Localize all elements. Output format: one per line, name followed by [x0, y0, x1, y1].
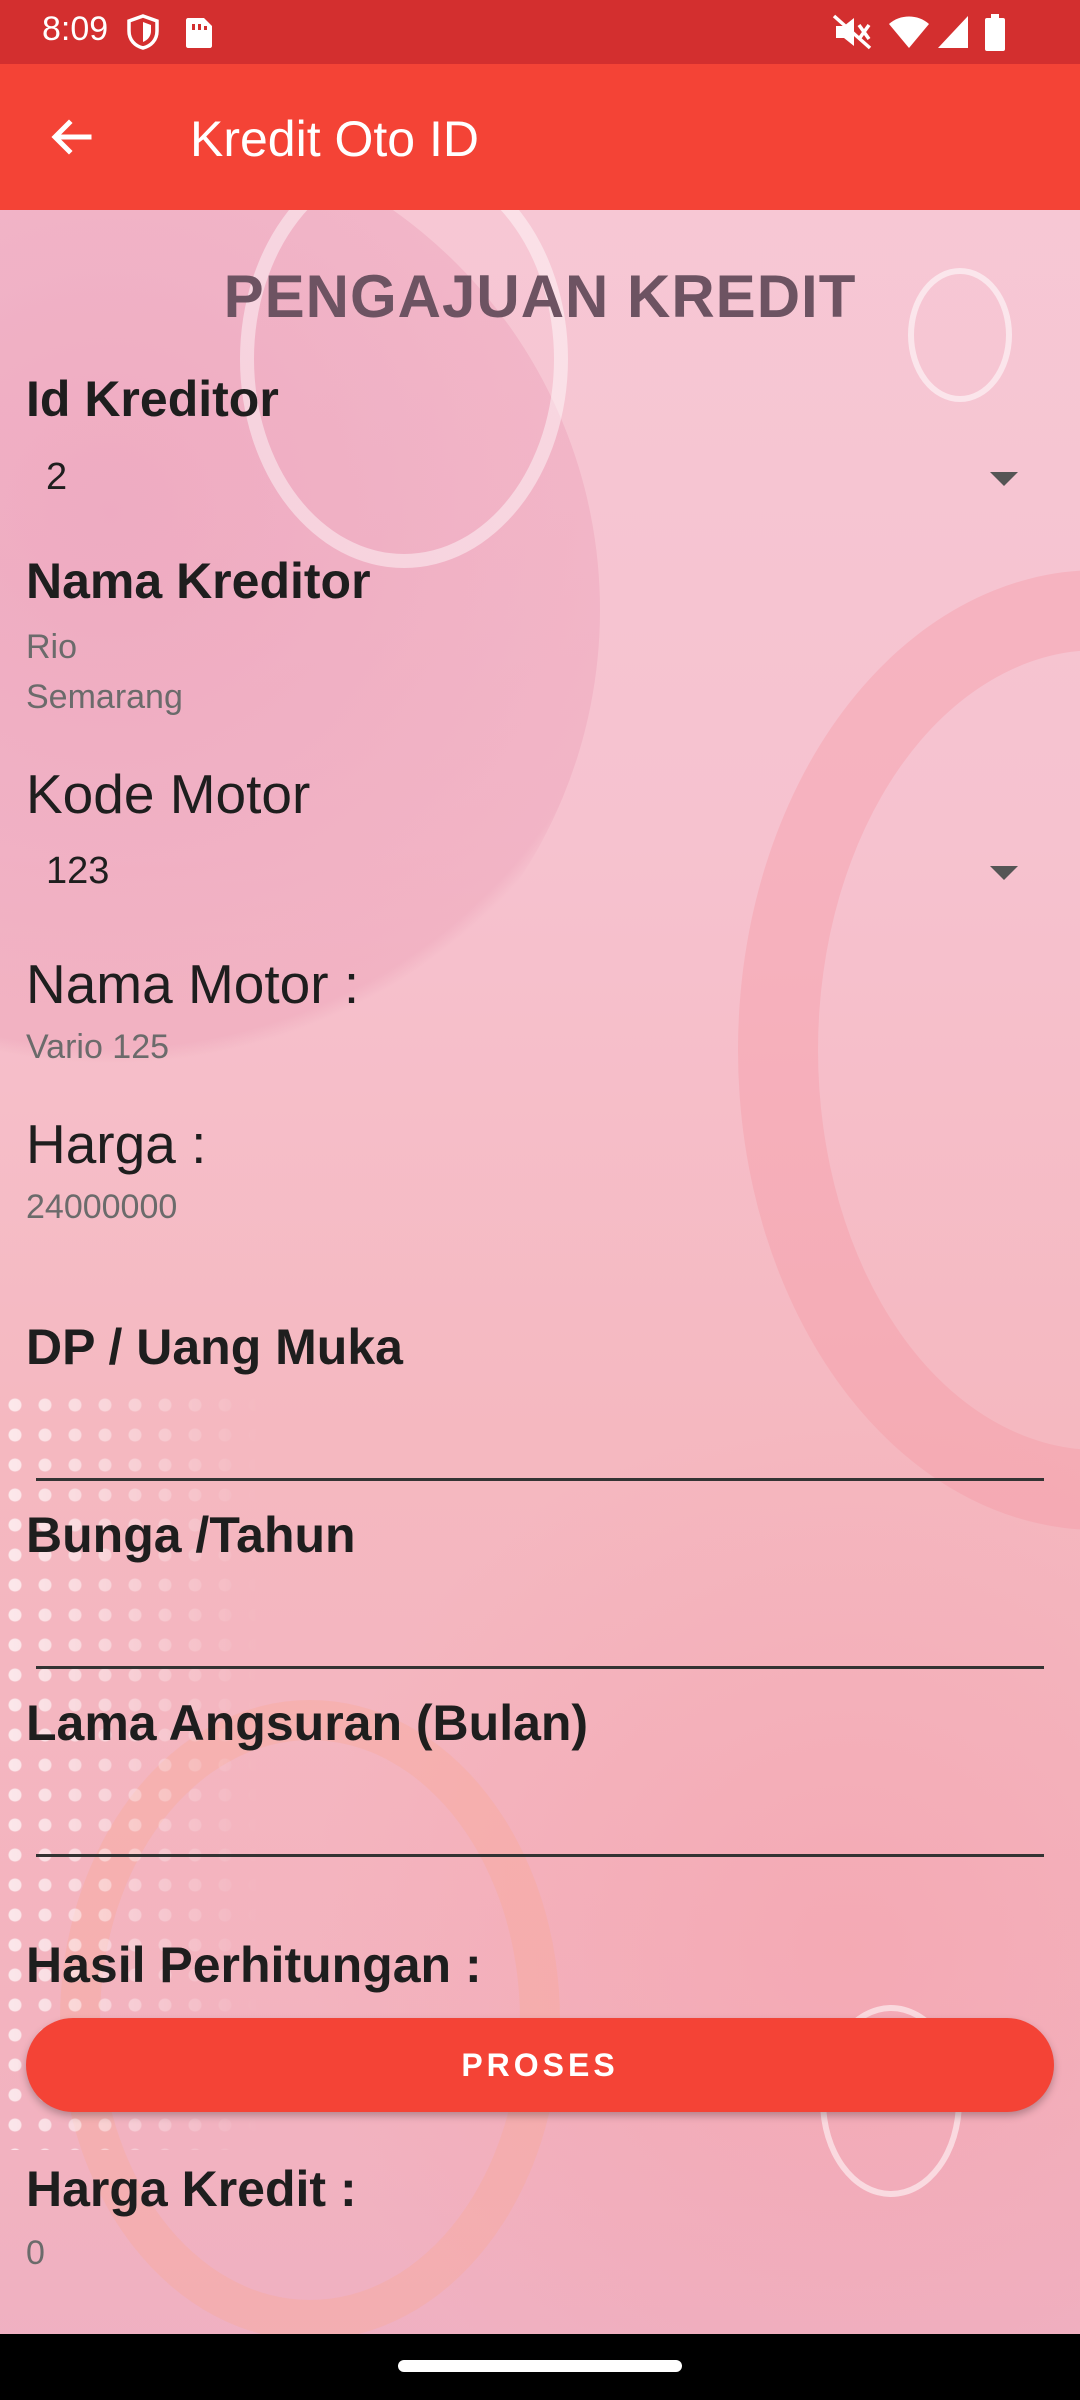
shield-icon: [126, 14, 160, 55]
mute-icon: [832, 14, 872, 55]
kode-motor-dropdown[interactable]: 123: [26, 836, 1040, 906]
id-kreditor-dropdown[interactable]: 2: [26, 442, 1040, 512]
wifi-icon: [888, 14, 930, 55]
background-ring: [738, 570, 1080, 1530]
dropdown-arrow-icon: [990, 866, 1018, 880]
dp-input[interactable]: [36, 1398, 1044, 1481]
home-gesture-handle[interactable]: [398, 2360, 682, 2372]
dp-label: DP / Uang Muka: [26, 1319, 403, 1375]
signal-icon: [936, 14, 970, 55]
nama-motor-value: Vario 125: [26, 1028, 170, 1066]
page-title: PENGAJUAN KREDIT: [223, 263, 857, 330]
id-kreditor-value: 2: [46, 456, 68, 498]
harga-value: 24000000: [26, 1188, 178, 1226]
harga-kredit-value: 0: [26, 2234, 45, 2272]
nama-kreditor-city: Semarang: [26, 678, 183, 716]
navigation-bar: [0, 2334, 1080, 2400]
kode-motor-value: 123: [46, 850, 110, 892]
hasil-perhitungan-label: Hasil Perhitungan :: [26, 1937, 482, 1993]
nama-kreditor-name: Rio: [26, 628, 78, 666]
proses-button[interactable]: PROSES: [26, 2018, 1054, 2112]
app-title: Kredit Oto ID: [190, 111, 479, 167]
harga-label: Harga :: [26, 1113, 207, 1175]
screen: 8:09 Kredit Oto ID PENGAJUAN KREDIT Id K…: [0, 0, 1080, 2400]
harga-kredit-label: Harga Kredit :: [26, 2161, 357, 2217]
nama-motor-label: Nama Motor :: [26, 953, 360, 1015]
battery-icon: [984, 14, 1006, 57]
lama-angsuran-label: Lama Angsuran (Bulan): [26, 1695, 589, 1751]
app-bar: Kredit Oto ID: [0, 64, 1080, 210]
nama-kreditor-label: Nama Kreditor: [26, 553, 371, 609]
back-button[interactable]: [36, 104, 106, 174]
background-blob: [300, 1400, 1080, 2400]
bunga-input[interactable]: [36, 1586, 1044, 1669]
bunga-label: Bunga /Tahun: [26, 1507, 356, 1563]
arrow-left-icon: [47, 113, 95, 166]
id-kreditor-label: Id Kreditor: [26, 371, 279, 427]
status-time: 8:09: [42, 10, 109, 48]
status-bar: 8:09: [0, 0, 1080, 64]
kode-motor-label: Kode Motor: [26, 763, 311, 825]
sim-card-icon: [184, 14, 214, 55]
dropdown-arrow-icon: [990, 472, 1018, 486]
lama-angsuran-input[interactable]: [36, 1774, 1044, 1857]
